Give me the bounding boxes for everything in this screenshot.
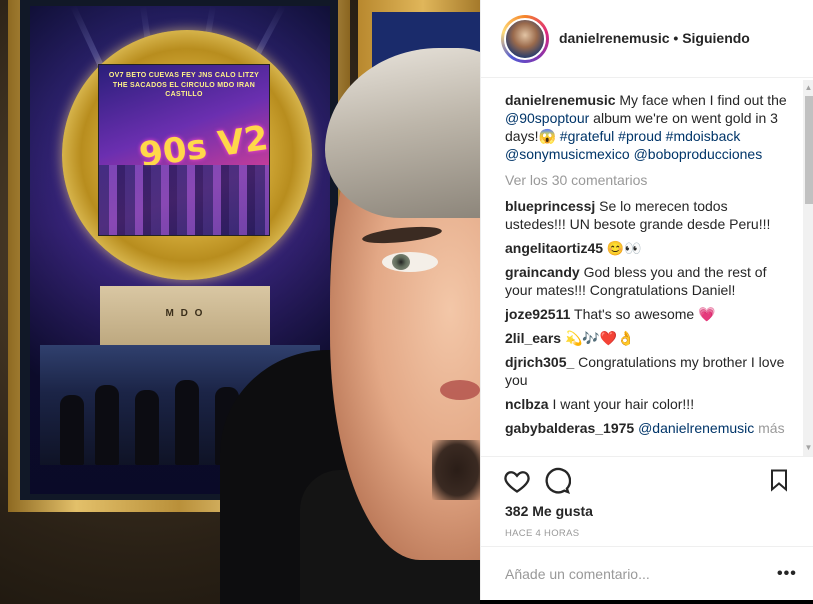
- silhouette: [95, 385, 119, 465]
- header-text: danielrenemusic • Siguiendo: [559, 30, 750, 46]
- mention-link[interactable]: @sonymusicmexico: [505, 146, 630, 162]
- mention-link[interactable]: @danielrenemusic: [638, 420, 754, 436]
- comment-icon: [545, 467, 572, 495]
- like-button[interactable]: [503, 467, 531, 495]
- more-options-icon[interactable]: •••: [777, 565, 797, 583]
- header-separator: •: [673, 30, 679, 46]
- plaque-label: M D O: [165, 308, 205, 319]
- follow-status-button[interactable]: Siguiendo: [682, 30, 750, 46]
- comment-username[interactable]: djrich305_: [505, 354, 574, 370]
- comment: 2lil_ears 💫🎶❤️👌: [505, 329, 790, 347]
- mention-link[interactable]: @boboproducciones: [634, 146, 763, 162]
- eye: [382, 252, 438, 272]
- comment-username[interactable]: graincandy: [505, 264, 580, 280]
- comment-username[interactable]: joze92511: [505, 306, 570, 322]
- likes-count[interactable]: 382 Me gusta: [505, 503, 593, 519]
- caption: danielrenemusic My face when I find out …: [505, 91, 790, 163]
- hashtag-link[interactable]: #grateful: [560, 128, 614, 144]
- caption-text: My face when I find out the: [615, 92, 787, 108]
- add-comment-bar: •••: [481, 546, 813, 600]
- post-timestamp[interactable]: HACE 4 HORAS: [505, 528, 579, 539]
- comment-button[interactable]: [543, 467, 572, 495]
- post-actions: 382 Me gusta HACE 4 HORAS: [481, 456, 813, 546]
- comment-username[interactable]: gabybalderas_1975: [505, 420, 634, 436]
- heart-icon: [504, 471, 530, 493]
- post-photo[interactable]: OV7 BETO CUEVAS FEY JNS CALO LITZY THE S…: [0, 0, 480, 604]
- silhouette: [60, 395, 84, 465]
- album-artists-line-1: OV7 BETO CUEVAS FEY JNS CALO LITZY: [108, 72, 260, 79]
- scroll-up-arrow-icon[interactable]: ▲: [803, 82, 813, 94]
- comment: angelitaortiz45 😊👀: [505, 239, 790, 257]
- certification-plaque: M D O: [100, 286, 270, 346]
- post-header: danielrenemusic • Siguiendo: [481, 0, 813, 78]
- comment-text: 💫🎶❤️👌: [564, 330, 635, 346]
- comment-text: I want your hair color!!!: [552, 396, 695, 412]
- comment: graincandy God bless you and the rest of…: [505, 263, 790, 299]
- comment-username[interactable]: 2lil_ears: [505, 330, 561, 346]
- silhouette: [175, 380, 199, 465]
- post-sidebar: danielrenemusic • Siguiendo danielrenemu…: [480, 0, 813, 600]
- comments-scrollbar[interactable]: ▲ ▼: [803, 80, 813, 456]
- view-all-comments-link[interactable]: Ver los 30 comentarios: [505, 171, 790, 189]
- caption-username[interactable]: danielrenemusic: [505, 92, 616, 108]
- comments-section[interactable]: danielrenemusic My face when I find out …: [481, 78, 813, 456]
- lips: [440, 380, 480, 400]
- beard: [432, 440, 480, 500]
- comment: djrich305_ Congratulations my brother I …: [505, 353, 790, 389]
- bookmark-icon: [771, 469, 787, 492]
- comment: joze92511 That's so awesome 💗: [505, 305, 790, 323]
- save-button[interactable]: [767, 467, 795, 495]
- more-link[interactable]: más: [758, 420, 784, 436]
- emoji: 😱: [538, 128, 556, 144]
- avatar[interactable]: [504, 18, 546, 60]
- silhouette: [135, 390, 159, 465]
- iris: [392, 254, 410, 270]
- comment-text: 😊👀: [606, 240, 642, 256]
- album-cover: OV7 BETO CUEVAS FEY JNS CALO LITZY THE S…: [98, 64, 271, 236]
- album-crowd: [99, 165, 269, 235]
- hashtag-link[interactable]: #mdoisback: [666, 128, 741, 144]
- scroll-down-arrow-icon[interactable]: ▼: [803, 442, 813, 454]
- comment: gabybalderas_1975 @danielrenemusic más: [505, 419, 790, 437]
- add-comment-input[interactable]: [505, 563, 755, 585]
- comment-text: That's so awesome 💗: [574, 306, 716, 322]
- comment-username[interactable]: nclbza: [505, 396, 549, 412]
- header-username[interactable]: danielrenemusic: [559, 30, 670, 46]
- scroll-thumb[interactable]: [805, 96, 813, 204]
- mention-link[interactable]: @90spoptour: [505, 110, 589, 126]
- comment-username[interactable]: angelitaortiz45: [505, 240, 603, 256]
- comment: blueprincessj Se lo merecen todos ustede…: [505, 197, 790, 233]
- album-artists-line-2: THE SACADOS EL CIRCULO MDO IRAN CASTILLO: [112, 82, 256, 98]
- comment-username[interactable]: blueprincessj: [505, 198, 595, 214]
- comment: nclbza I want your hair color!!!: [505, 395, 790, 413]
- hashtag-link[interactable]: #proud: [618, 128, 662, 144]
